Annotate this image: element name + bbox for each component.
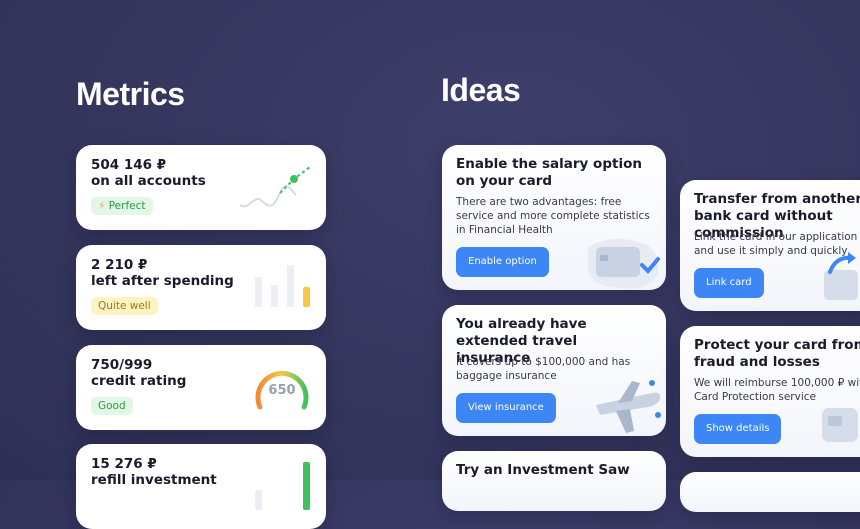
metric-description: credit rating: [91, 373, 187, 389]
show-details-button[interactable]: Show details: [694, 414, 782, 444]
metrics-title: Metrics: [76, 76, 185, 112]
status-badge: Good: [91, 397, 133, 415]
metric-value: 504 146 ₽: [91, 157, 167, 173]
lightning-icon: ⚡: [98, 200, 106, 212]
metric-card-investment[interactable]: 15 276 ₽ refill investment: [76, 444, 326, 529]
idea-title: Enable the salary option on your card: [456, 156, 642, 189]
idea-card-investment-saw[interactable]: Try an Investment Saw: [442, 451, 666, 511]
enable-option-button[interactable]: Enable option: [456, 247, 549, 277]
idea-card-travel-insurance[interactable]: You already have extended travel insuran…: [442, 305, 666, 436]
link-card-button[interactable]: Link card: [694, 268, 764, 298]
metric-description: refill investment: [91, 472, 217, 488]
idea-card-transfer[interactable]: Transfer from another bank card without …: [680, 180, 860, 311]
badge-label: Perfect: [108, 200, 146, 212]
metric-card-spending[interactable]: 2 210 ₽ left after spending Quite well: [76, 245, 326, 330]
metric-description: on all accounts: [91, 173, 206, 189]
card-shield-icon: [822, 408, 858, 442]
idea-card-partial[interactable]: [680, 472, 860, 512]
ideas-title: Ideas: [441, 72, 521, 108]
card-check-icon: [588, 238, 660, 289]
idea-title: Protect your card from fraud and losses: [694, 337, 860, 370]
idea-title: Try an Investment Saw: [456, 462, 630, 478]
bar-chart-icon: [255, 462, 310, 510]
metric-value: 15 276 ₽: [91, 456, 157, 472]
metric-description: left after spending: [91, 273, 234, 289]
metric-card-accounts[interactable]: 504 146 ₽ on all accounts ⚡ Perfect: [76, 145, 326, 230]
idea-card-salary-option[interactable]: Enable the salary option on your card Th…: [442, 145, 666, 290]
bar-chart-icon: [255, 265, 310, 307]
idea-body: There are two advantages: free service a…: [456, 196, 650, 236]
idea-card-protect-card[interactable]: Protect your card from fraud and losses …: [680, 326, 860, 457]
status-badge: ⚡ Perfect: [91, 197, 153, 215]
status-badge: Quite well: [91, 297, 158, 315]
metric-value: 750/999: [91, 357, 153, 373]
wallet-arrow-icon: [824, 252, 858, 300]
metric-card-credit[interactable]: 750/999 credit rating Good 650: [76, 345, 326, 430]
airplane-icon: [596, 380, 661, 433]
gauge-icon: 650: [252, 363, 312, 411]
metric-value: 2 210 ₽: [91, 257, 148, 273]
idea-body: We will reimburse 100,000 ₽ with the Car…: [694, 377, 860, 403]
gauge-value: 650: [268, 383, 296, 398]
view-insurance-button[interactable]: View insurance: [456, 393, 556, 423]
trend-line-icon: [239, 166, 311, 208]
